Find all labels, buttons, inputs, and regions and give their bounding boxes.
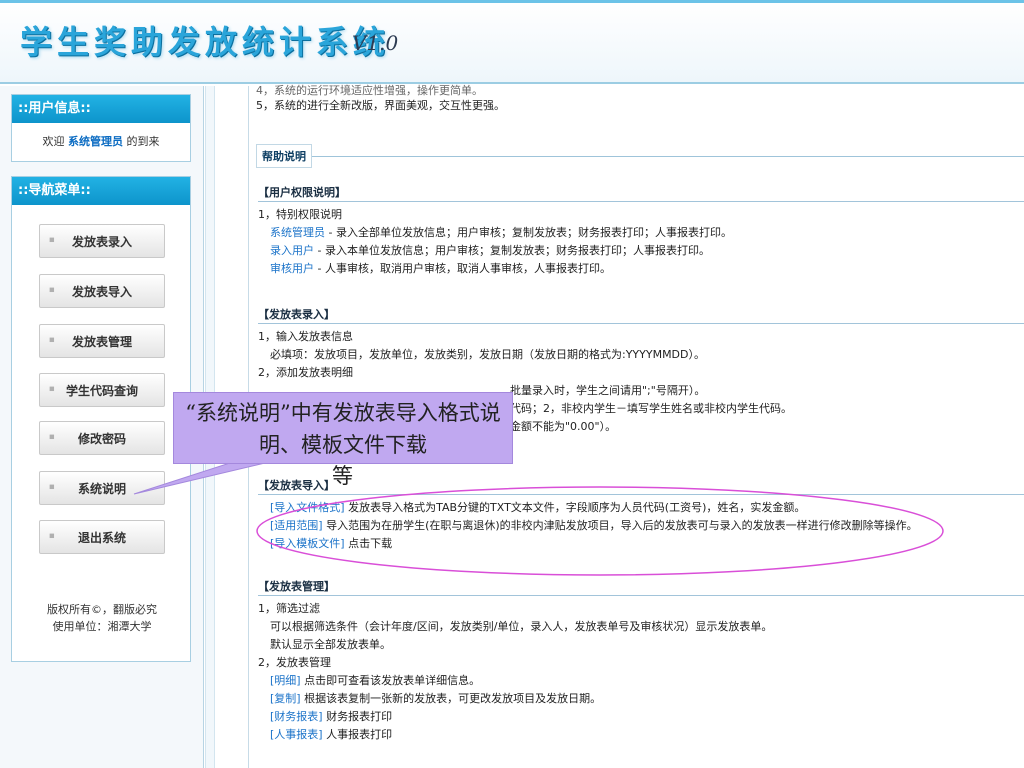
import-line: [适用范围] 导入范围为在册学生(在职与离退休)的非校内津贴发放项目，导入后的发…	[258, 517, 1024, 535]
nav-panel-title: ::导航菜单::	[12, 177, 190, 205]
nav-system-help-button[interactable]: ◾ 系统说明	[39, 471, 165, 505]
manage-line: [人事报表] 人事报表打印	[258, 726, 1024, 744]
nav-label: 学生代码查询	[65, 383, 138, 398]
welcome-prefix: 欢迎	[42, 135, 65, 148]
nav-student-code-button[interactable]: ◾ 学生代码查询	[39, 373, 165, 407]
user-info-title: ::用户信息::	[12, 95, 190, 123]
manage-line: 默认显示全部发放表单。	[270, 638, 391, 651]
permissions-section: 【用户权限说明】 1，特别权限说明 系统管理员 - 录入全部单位发放信息；用户审…	[258, 184, 1024, 278]
nav-label: 发放表录入	[71, 234, 132, 249]
import-section: 【发放表导入】 [导入文件格式] 发放表导入格式为TAB分键的TXT文本文件，字…	[258, 477, 1024, 553]
manage-title: 【发放表管理】	[258, 578, 1024, 596]
welcome-user: 系统管理员	[68, 135, 123, 148]
nav-panel: ::导航菜单:: ◾ 发放表录入 ◾ 发放表导入 ◾ 发放表管理 ◾ 学生代码查询 ◾ 修…	[11, 176, 191, 662]
manage-line: [财务报表] 财务报表打印	[258, 708, 1024, 726]
nav-manage-button[interactable]: ◾ 发放表管理	[39, 324, 165, 358]
bullet-icon: ◾	[49, 432, 55, 441]
annotation-callout-tail: 等	[332, 464, 353, 488]
copy-link[interactable]: [复制]	[270, 692, 301, 705]
import-line: [导入模板文件] 点击下载	[258, 535, 1024, 553]
detail-link[interactable]: [明细]	[270, 674, 301, 687]
entry-line: 2，添加发放表明细	[258, 366, 353, 379]
manage-section: 【发放表管理】 1，筛选过滤 可以根据筛选条件（会计年度/区间，发放类别/单位，…	[258, 578, 1024, 744]
nav-label: 发放表导入	[71, 284, 132, 299]
role-name: 审核用户	[270, 262, 314, 275]
manage-line: [明细] 点击即可查看该发放表单详细信息。	[258, 672, 1024, 690]
bullet-icon: ◾	[49, 235, 55, 244]
release-note-5: 5，系统的进行全新改版，界面美观，交互性更强。	[256, 99, 505, 112]
nav-label: 发放表管理	[71, 334, 132, 349]
hr-report-link[interactable]: [人事报表]	[270, 728, 323, 741]
bullet-icon: ◾	[49, 482, 55, 491]
release-note-4: 4，系统的运行环境适应性增强，操作更简单。	[256, 84, 483, 97]
import-title: 【发放表导入】	[258, 477, 1024, 495]
bullet-icon: ◾	[49, 335, 55, 344]
entry-line: 1，输入发放表信息	[258, 330, 353, 343]
bullet-icon: ◾	[49, 531, 55, 540]
import-scope-link[interactable]: [适用范围]	[270, 519, 323, 532]
manage-line: [复制] 根据该表复制一张新的发放表，可更改发放项目及发放日期。	[258, 690, 1024, 708]
import-desc: 导入范围为在册学生(在职与离退休)的非校内津贴发放项目，导入后的发放表可与录入的…	[322, 519, 918, 532]
import-desc: 发放表导入格式为TAB分键的TXT文本文件，字段顺序为人员代码(工资号)，姓名，…	[344, 501, 806, 514]
role-line: 录入用户 - 录入本单位发放信息；用户审核；复制发放表；财务报表打印；人事报表打…	[258, 242, 1024, 260]
role-desc: - 录入全部单位发放信息；用户审核；复制发放表；财务报表打印；人事报表打印。	[325, 226, 732, 239]
org-text: 使用单位：湘潭大学	[52, 620, 152, 633]
manage-desc: 人事报表打印	[322, 728, 393, 741]
nav-password-button[interactable]: ◾ 修改密码	[39, 421, 165, 455]
user-info-panel: ::用户信息:: 欢迎 系统管理员 的到来	[11, 94, 191, 162]
annotation-callout: “系统说明”中有发放表导入格式说明、模板文件下载	[173, 392, 513, 464]
manage-line: 2，发放表管理	[258, 656, 331, 669]
role-line: 审核用户 - 人事审核，取消用户审核，取消人事审核，人事报表打印。	[258, 260, 1024, 278]
import-line: [导入文件格式] 发放表导入格式为TAB分键的TXT文本文件，字段顺序为人员代码…	[258, 499, 1024, 517]
nav-label: 修改密码	[77, 431, 126, 446]
import-format-link[interactable]: [导入文件格式]	[270, 501, 345, 514]
entry-line: 必填项：发放项目，发放单位，发放类别，发放日期（发放日期的格式为:YYYYMMD…	[270, 348, 706, 361]
manage-line: 1，筛选过滤	[258, 602, 320, 615]
nav-label: 系统说明	[77, 481, 126, 496]
help-divider	[306, 156, 1024, 157]
role-name: 系统管理员	[270, 226, 325, 239]
app-version: V1.0	[352, 31, 399, 55]
nav-import-button[interactable]: ◾ 发放表导入	[39, 274, 165, 308]
welcome-message: 欢迎 系统管理员 的到来	[12, 123, 190, 149]
import-desc: 点击下载	[344, 537, 393, 550]
header: 学生奖助发放统计系统 V1.0	[0, 0, 1024, 84]
manage-desc: 财务报表打印	[322, 710, 393, 723]
role-line: 系统管理员 - 录入全部单位发放信息；用户审核；复制发放表；财务报表打印；人事报…	[258, 224, 1024, 242]
copyright-text: 版权所有©，翻版必究	[47, 603, 157, 616]
app-window: 学生奖助发放统计系统 V1.0 ::用户信息:: 欢迎 系统管理员 的到来 ::…	[0, 0, 1024, 768]
nav-logout-button[interactable]: ◾ 退出系统	[39, 520, 165, 554]
role-name: 录入用户	[270, 244, 314, 257]
nav-label: 退出系统	[77, 530, 126, 545]
permissions-line: 1，特别权限说明	[258, 208, 342, 221]
entry-title: 【发放表录入】	[258, 306, 1024, 324]
app-title: 学生奖助发放统计系统	[20, 23, 391, 61]
bullet-icon: ◾	[49, 285, 55, 294]
finance-report-link[interactable]: [财务报表]	[270, 710, 323, 723]
role-desc: - 录入本单位发放信息；用户审核；复制发放表；财务报表打印；人事报表打印。	[314, 244, 710, 257]
manage-line: 可以根据筛选条件（会计年度/区间，发放类别/单位，录入人，发放表单号及审核状况）…	[270, 620, 773, 633]
permissions-title: 【用户权限说明】	[258, 184, 1024, 202]
nav-entry-button[interactable]: ◾ 发放表录入	[39, 224, 165, 258]
help-section-tag: 帮助说明	[256, 144, 312, 168]
manage-desc: 根据该表复制一张新的发放表，可更改发放项目及发放日期。	[300, 692, 602, 705]
import-template-link[interactable]: [导入模板文件]	[270, 537, 345, 550]
role-desc: - 人事审核，取消用户审核，取消人事审核，人事报表打印。	[314, 262, 611, 275]
manage-desc: 点击即可查看该发放表单详细信息。	[300, 674, 481, 687]
bullet-icon: ◾	[49, 384, 55, 393]
welcome-suffix: 的到来	[126, 135, 160, 148]
